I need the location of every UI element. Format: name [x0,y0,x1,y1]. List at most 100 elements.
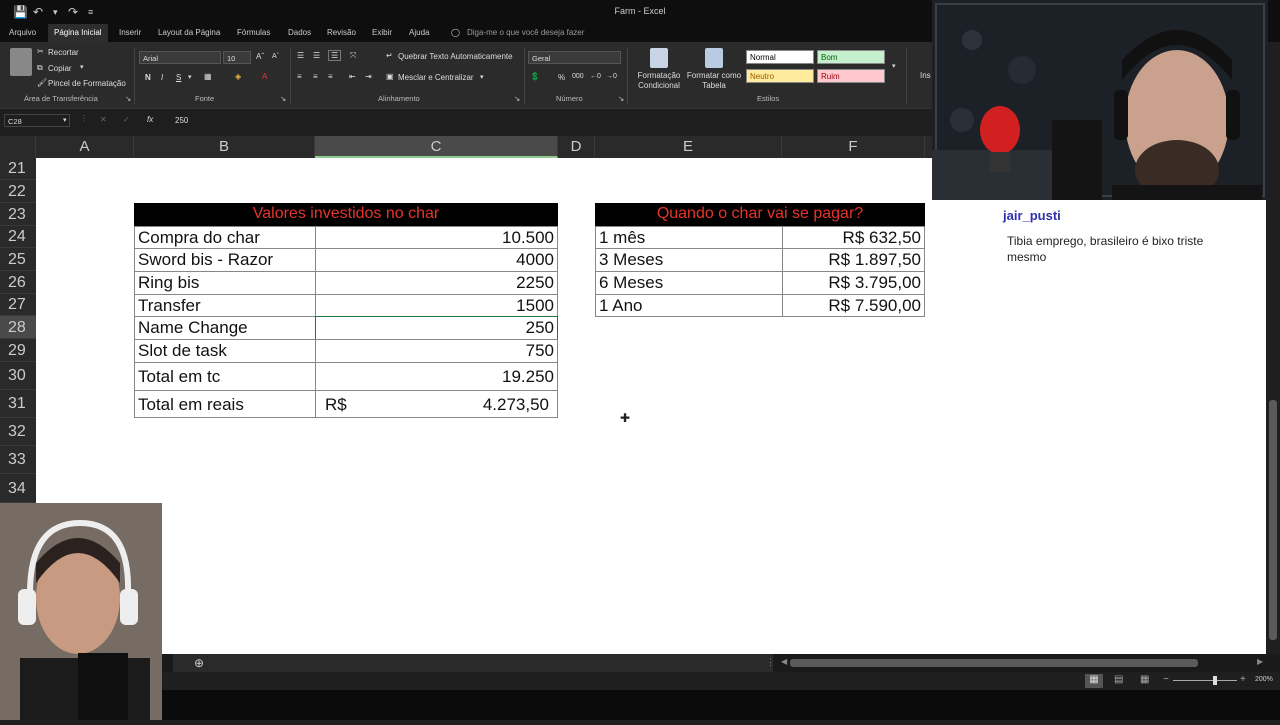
align-center-icon[interactable]: ≡ [313,72,318,81]
row-header-22[interactable]: 22 [0,180,36,203]
number-launcher-icon[interactable]: ↘ [618,94,624,103]
scroll-right-icon[interactable]: ▶ [1257,657,1263,666]
font-launcher-icon[interactable]: ↘ [280,94,286,103]
zoom-level[interactable]: 200% [1255,676,1273,683]
table1-total-reais-value-cell[interactable]: R$ 4.273,50 [315,390,558,418]
orientation-icon[interactable]: ⤧ [350,51,356,61]
table2-title[interactable]: Quando o char vai se pagar? [595,203,925,226]
normal-view-icon[interactable]: ▦ [1085,674,1103,688]
currency-icon[interactable]: 💲 [530,72,540,81]
scroll-left-icon[interactable]: ◀ [781,657,787,666]
align-left-icon[interactable]: ≡ [297,72,302,81]
thousands-button[interactable]: 000 [572,73,584,80]
zoom-out-icon[interactable]: − [1163,674,1169,685]
align-bottom-icon[interactable]: ☰ [328,50,342,61]
table1-value-cell[interactable]: 19.250 [315,362,558,391]
merge-center-button[interactable]: Mesclar e Centralizar [398,73,474,82]
table2-value-cell[interactable]: R$ 1.897,50 [782,248,925,272]
format-painter-button[interactable]: Pincel de Formatação [48,79,126,88]
tab-inserir[interactable]: Inserir [119,28,141,37]
shrink-font-icon[interactable]: Aˇ [272,53,279,60]
row-header-30[interactable]: 30 [0,362,36,390]
decrease-indent-icon[interactable]: ⇤ [349,72,356,81]
table1-title[interactable]: Valores investidos no char [134,203,558,226]
tab-dados[interactable]: Dados [288,28,311,37]
grow-font-icon[interactable]: Aˆ [256,52,264,61]
name-box-dropdown-icon[interactable]: ▾ [63,116,67,124]
table1-label-cell[interactable]: Total em tc [134,362,316,391]
increase-decimal-icon[interactable]: ←0 [590,73,601,80]
paste-icon[interactable] [10,48,32,76]
table1-label-cell[interactable]: Sword bis - Razor [134,248,316,272]
alignment-launcher-icon[interactable]: ↘ [514,94,520,103]
tab-ajuda[interactable]: Ajuda [409,28,429,37]
table2-label-cell[interactable]: 1 mês [595,226,783,249]
copy-button[interactable]: Copiar [48,64,72,73]
underline-button[interactable]: S [176,73,181,82]
page-layout-icon[interactable]: ▤ [1114,674,1123,685]
conditional-formatting-icon[interactable] [650,48,668,68]
number-format-select[interactable]: Geral [528,51,621,64]
table1-label-cell[interactable]: Transfer [134,294,316,317]
name-box[interactable]: C28 [4,114,70,127]
zoom-slider-thumb[interactable] [1213,676,1217,685]
align-top-icon[interactable]: ☰ [297,51,304,60]
table1-value-cell[interactable]: 750 [315,339,558,363]
table2-value-cell[interactable]: R$ 7.590,00 [782,294,925,317]
table2-value-cell[interactable]: R$ 3.795,00 [782,271,925,295]
row-header-21[interactable]: 21 [0,158,36,180]
table1-label-cell[interactable]: Compra do char [134,226,316,249]
format-as-table-button[interactable]: Formatar como Tabela [686,71,742,91]
tab-exibir[interactable]: Exibir [372,28,392,37]
page-break-icon[interactable]: ▦ [1140,674,1149,685]
table1-value-cell[interactable]: 10.500 [315,226,558,249]
tab-arquivo[interactable]: Arquivo [9,28,36,37]
table1-value-cell[interactable]: 2250 [315,271,558,295]
align-right-icon[interactable]: ≡ [328,72,333,81]
clipboard-launcher-icon[interactable]: ↘ [125,94,131,103]
row-header-29[interactable]: 29 [0,339,36,362]
row-header-28[interactable]: 28 [0,316,36,339]
tab-formulas[interactable]: Fórmulas [237,28,270,37]
table2-label-cell[interactable]: 1 Ano [595,294,783,317]
row-header-32[interactable]: 32 [0,418,36,446]
style-normal[interactable]: Normal [746,50,814,64]
insert-function-icon[interactable]: fx [147,115,153,124]
add-sheet-icon[interactable]: ⊕ [194,656,204,670]
horizontal-scroll-thumb[interactable] [790,659,1198,667]
merge-dropdown-icon[interactable]: ▾ [480,73,484,81]
table1-label-cell[interactable]: Name Change [134,316,316,340]
copy-icon[interactable]: ⧉ [37,63,43,73]
split-handle-icon[interactable]: ⋮ [766,657,775,668]
font-size-select[interactable]: 10 [223,51,251,64]
enter-icon[interactable]: ✓ [123,115,130,124]
zoom-in-icon[interactable]: + [1240,674,1246,685]
column-header-c[interactable]: C [315,136,558,158]
zoom-slider[interactable] [1173,680,1237,681]
select-all-corner[interactable] [0,136,36,158]
row-header-25[interactable]: 25 [0,248,36,271]
table1-label-cell[interactable]: Slot de task [134,339,316,363]
underline-dropdown-icon[interactable]: ▾ [188,73,192,81]
insert-button[interactable]: Ins [920,71,931,80]
styles-more-icon[interactable]: ▾ [892,62,896,70]
align-middle-icon[interactable]: ☰ [313,51,320,60]
row-header-31[interactable]: 31 [0,390,36,418]
tab-layout[interactable]: Layout da Página [158,28,220,37]
table1-total-reais-label[interactable]: Total em reais [134,390,316,418]
formula-input[interactable]: 250 [175,116,188,125]
font-color-icon[interactable]: A [262,72,267,81]
cut-button[interactable]: Recortar [48,48,79,57]
decrease-decimal-icon[interactable]: →0 [606,73,617,80]
vertical-scrollbar[interactable] [1266,200,1280,654]
column-header-f[interactable]: F [782,136,925,158]
column-header-e[interactable]: E [595,136,782,158]
table2-label-cell[interactable]: 3 Meses [595,248,783,272]
row-header-26[interactable]: 26 [0,271,36,294]
cut-icon[interactable]: ✂ [37,47,44,56]
bold-button[interactable]: N [145,73,151,82]
cancel-icon[interactable]: ✕ [100,115,107,124]
increase-indent-icon[interactable]: ⇥ [365,72,372,81]
table1-value-cell[interactable]: 1500 [315,294,558,317]
row-header-24[interactable]: 24 [0,226,36,248]
